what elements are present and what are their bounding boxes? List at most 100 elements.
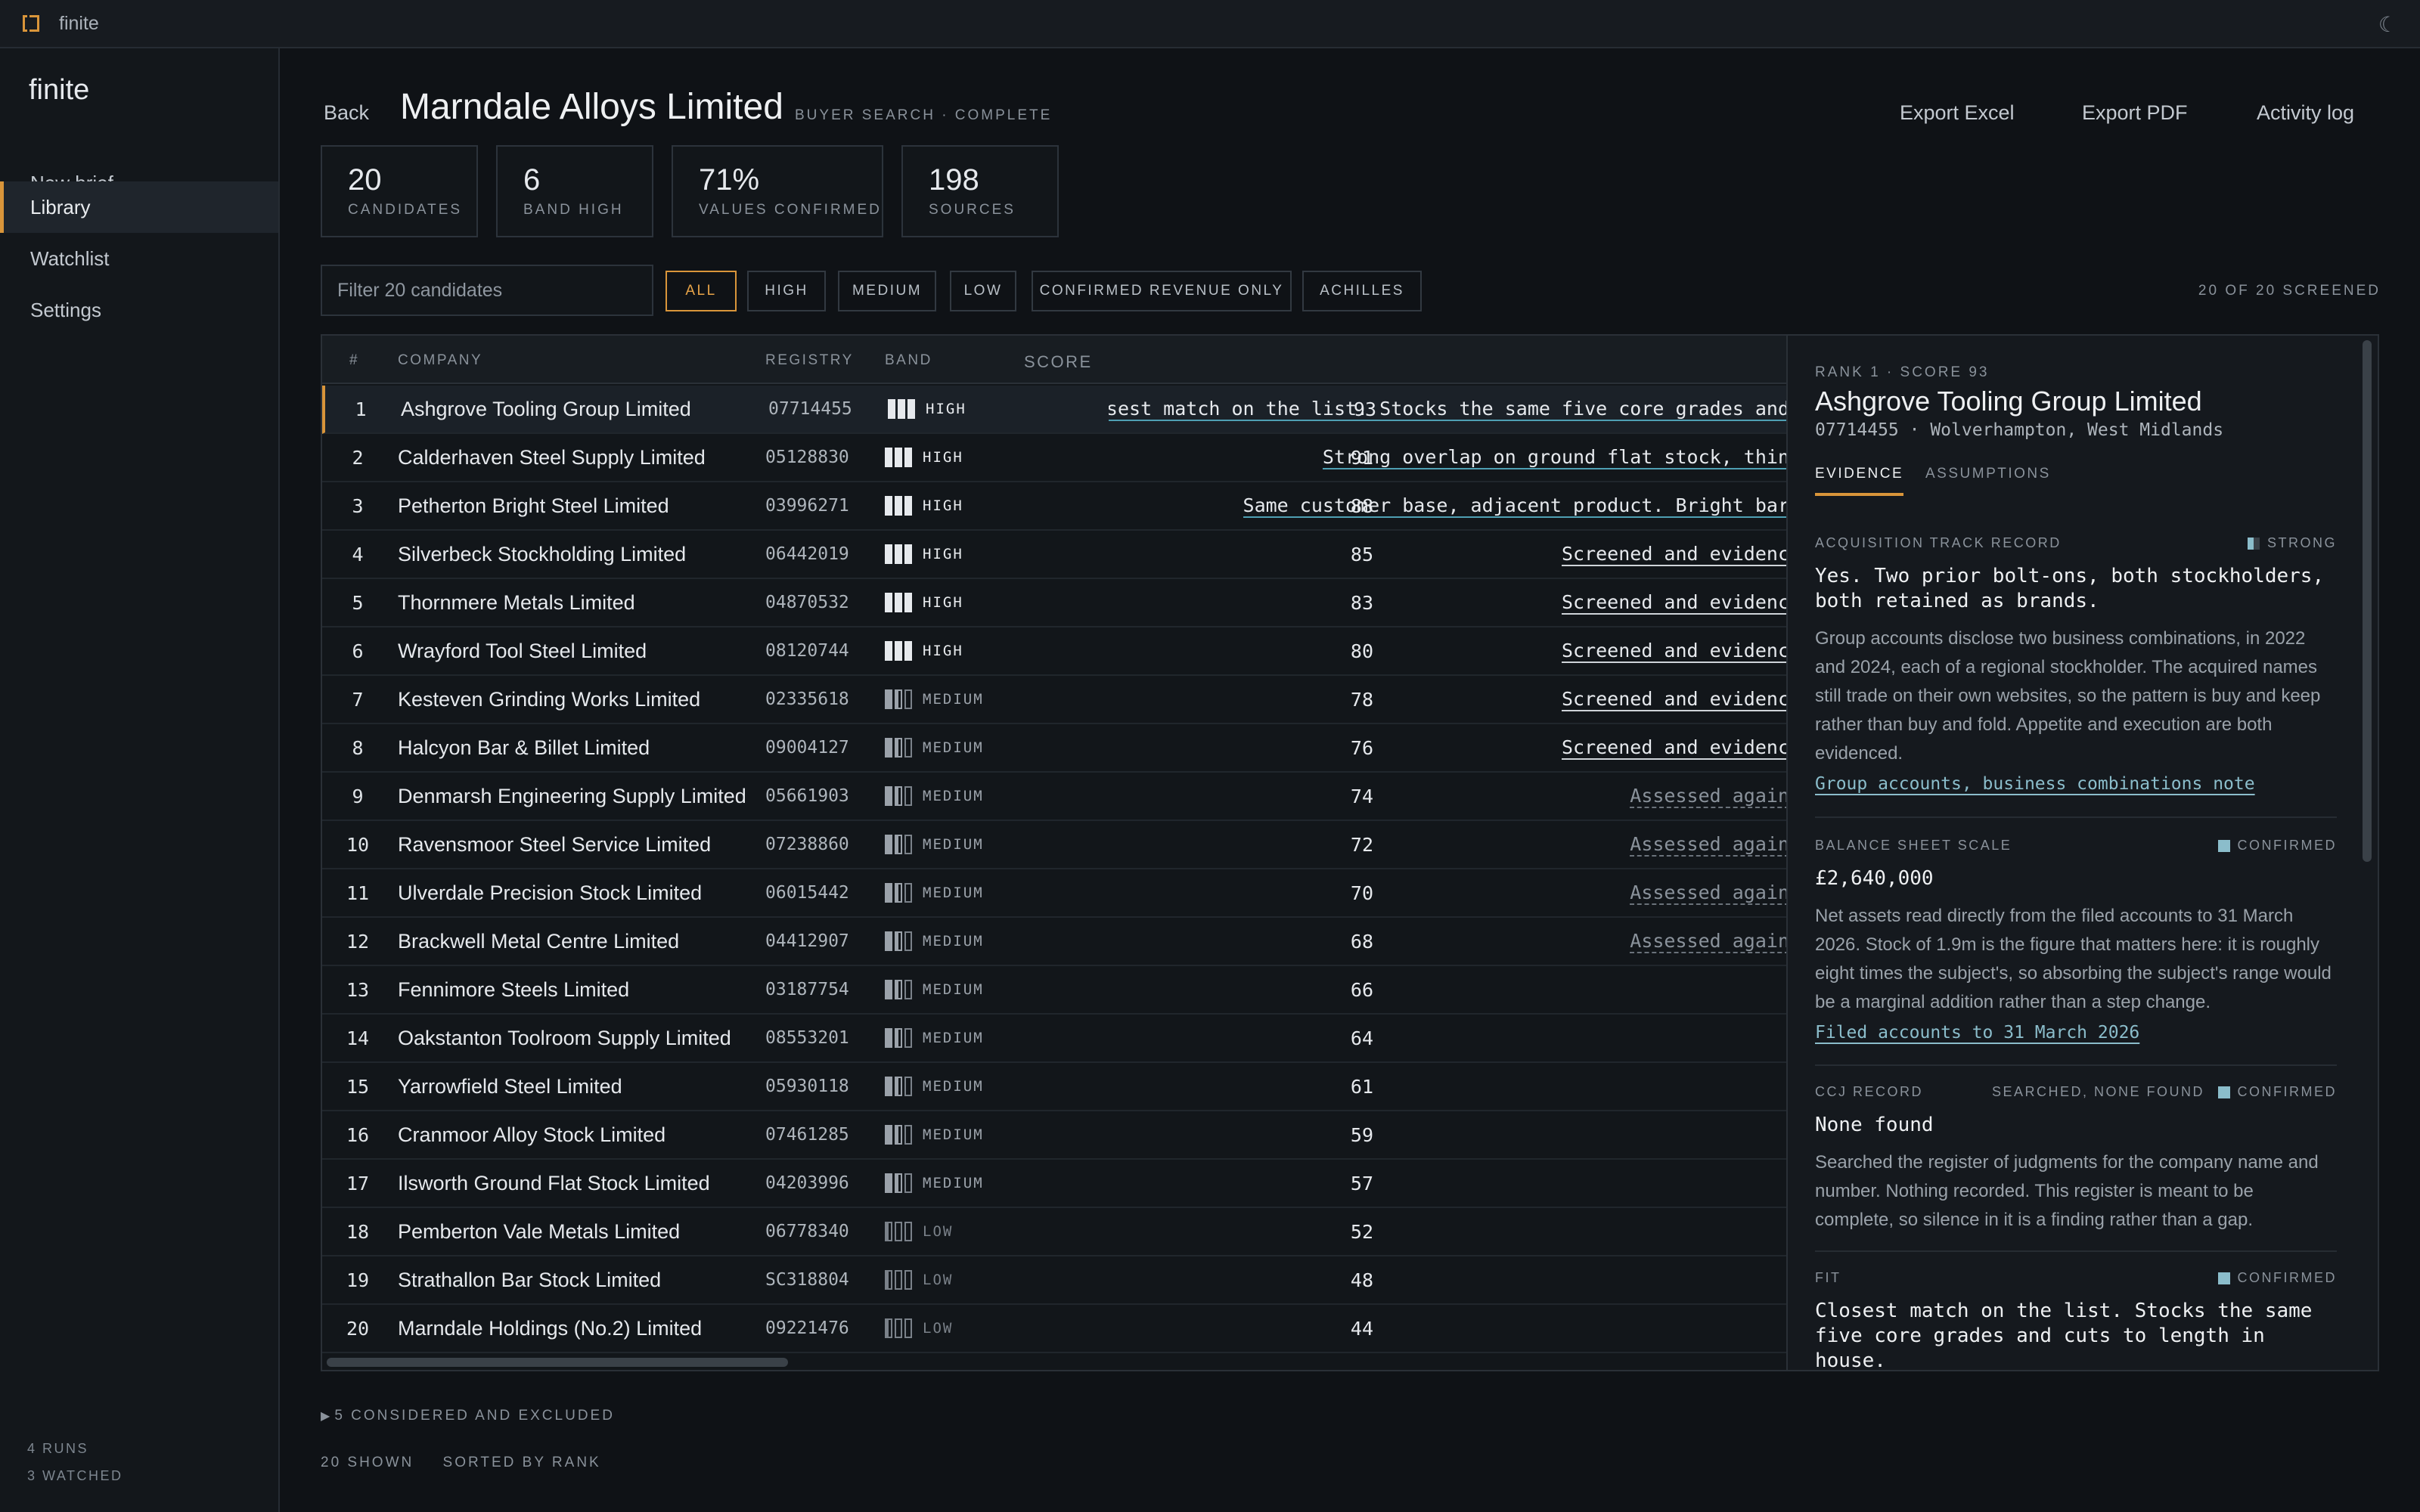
row-score: 44 [1350,1317,1373,1340]
row-company[interactable]: Oakstanton Toolroom Supply Limited [398,1015,731,1061]
band-bar [885,1222,892,1241]
section-body: Group accounts disclose two business com… [1815,628,2321,764]
row-company[interactable]: Ulverdale Precision Stock Limited [398,869,702,916]
chip-medium[interactable]: MEDIUM [838,271,936,311]
row-note[interactable]: Assessed again [1630,773,1786,820]
table-row[interactable]: 10 Ravensmoor Steel Service Limited 072388… [322,821,1786,869]
table-row[interactable]: 19 Strathallon Bar Stock Limited SC318804 L… [322,1256,1786,1305]
row-company[interactable]: Yarrowfield Steel Limited [398,1063,622,1110]
chip-all[interactable]: ALL [666,271,737,311]
band-bar [904,448,912,467]
col-company[interactable]: COMPANY [398,352,482,369]
row-company[interactable]: Marndale Holdings (No.2) Limited [398,1305,702,1352]
horizontal-scrollbar[interactable] [327,1358,788,1367]
row-note[interactable]: Assessed again [1630,869,1786,916]
row-registry: 09221476 [765,1318,849,1338]
stat-label: VALUES CONFIRMED [699,202,882,218]
row-note[interactable]: Screened and evidenc [1561,627,1786,674]
section-answer: Yes. Two prior bolt-ons, both stockholde… [1815,565,2325,612]
row-company[interactable]: Kesteven Grinding Works Limited [398,676,700,723]
row-company[interactable]: Ashgrove Tooling Group Limited [401,386,691,432]
row-note[interactable]: Screened and evidenc [1561,676,1786,723]
row-company[interactable]: Thornmere Metals Limited [398,579,635,626]
row-company[interactable]: Strathallon Bar Stock Limited [398,1256,661,1303]
chip-high[interactable]: HIGH [747,271,826,311]
table-row[interactable]: 12 Brackwell Metal Centre Limited 04412907… [322,918,1786,966]
row-note[interactable]: Same customer base, adjacent product. Br… [1243,482,1786,529]
row-note[interactable]: Closest match on the list. Stocks the sa… [1109,386,1786,432]
table-row[interactable]: 1 Ashgrove Tooling Group Limited 07714455 H… [322,386,1786,434]
row-note[interactable]: Screened and evidenc [1561,531,1788,578]
table-row[interactable]: 20 Marndale Holdings (No.2) Limited 092214… [322,1305,1786,1353]
chip-achilles[interactable]: ACHILLES [1302,271,1422,311]
table-row[interactable]: 15 Yarrowfield Steel Limited 05930118 MEDIU… [322,1063,1786,1111]
watched-count: 3 WATCHED [27,1468,123,1483]
sidebar-item-watchlist[interactable]: Watchlist [0,233,278,284]
tab-evidence[interactable]: EVIDENCE [1815,466,1904,496]
section-acquisition-track-record: ACQUISITION TRACK RECORD STRONG Yes. Two… [1815,535,2337,794]
band-bar [904,980,912,999]
table-row[interactable]: 8 Halcyon Bar & Billet Limited 09004127 MED… [322,724,1786,773]
table-row[interactable]: 13 Fennimore Steels Limited 03187754 MEDIUM… [322,966,1786,1015]
table-row[interactable]: 3 Petherton Bright Steel Limited 03996271 H… [322,482,1786,531]
row-note[interactable]: Assessed again [1630,821,1786,868]
moon-icon[interactable]: ☾ [2378,12,2397,37]
table-row[interactable]: 11 Ulverdale Precision Stock Limited 06015… [322,869,1786,918]
activity-log-button[interactable]: Activity log [2257,101,2354,125]
sidebar: finite New brief Library Watchlist Setti… [0,48,280,1512]
filter-input[interactable]: Filter 20 candidates [321,265,653,316]
row-note[interactable]: Assessed again [1630,918,1786,965]
col-band[interactable]: BAND [885,352,932,369]
source-link[interactable]: Filed accounts to 31 March 2026 [1815,1023,2337,1043]
row-company[interactable]: Fennimore Steels Limited [398,966,629,1013]
row-note[interactable]: Screened and evidenc [1561,724,1786,771]
row-company[interactable]: Brackwell Metal Centre Limited [398,918,679,965]
table-row[interactable]: 18 Pemberton Vale Metals Limited 06778340 L… [322,1208,1786,1256]
sidebar-item-settings[interactable]: Settings [0,284,278,336]
row-registry: 06015442 [765,883,849,903]
row-band: MEDIUM [885,1063,984,1110]
export-excel-button[interactable]: Export Excel [1900,101,2015,125]
row-note[interactable]: Strong overlap on ground flat stock, thi… [1322,434,1786,481]
tab-assumptions[interactable]: ASSUMPTIONS [1925,466,2051,493]
table-row[interactable]: 9 Denmarsh Engineering Supply Limited 0566… [322,773,1786,821]
band-bar [885,738,892,758]
row-company[interactable]: Petherton Bright Steel Limited [398,482,669,529]
chip-low[interactable]: LOW [950,271,1016,311]
table-row[interactable]: 14 Oakstanton Toolroom Supply Limited 0855… [322,1015,1786,1063]
chip-confirmed-revenue-only[interactable]: CONFIRMED REVENUE ONLY [1032,271,1292,311]
table-row[interactable]: 17 Ilsworth Ground Flat Stock Limited 0420… [322,1160,1786,1208]
vertical-scrollbar[interactable] [2363,340,2372,862]
band-bar [904,544,912,564]
table-row[interactable]: 5 Thornmere Metals Limited 04870532 HIGH 83 S… [322,579,1786,627]
source-link[interactable]: Group accounts, business combinations no… [1815,774,2337,794]
back-button[interactable]: Back [324,101,369,125]
table-row[interactable]: 16 Cranmoor Alloy Stock Limited 07461285 ME… [322,1111,1786,1160]
row-company[interactable]: Denmarsh Engineering Supply Limited [398,773,746,820]
row-company[interactable]: Calderhaven Steel Supply Limited [398,434,706,481]
row-note-text: Screened and evidenc [1561,542,1788,566]
row-score: 85 [1350,543,1373,565]
row-company[interactable]: Ravensmoor Steel Service Limited [398,821,711,868]
row-company[interactable]: Cranmoor Alloy Stock Limited [398,1111,666,1158]
row-band: HIGH [885,482,963,529]
row-band: HIGH [885,531,963,578]
col-score[interactable]: SCORE [1024,352,1093,372]
table-row[interactable]: 4 Silverbeck Stockholding Limited 06442019… [322,531,1788,579]
band-bar [904,689,912,709]
row-company[interactable]: Wrayford Tool Steel Limited [398,627,647,674]
sidebar-item-library[interactable]: Library [0,181,278,233]
row-company[interactable]: Halcyon Bar & Billet Limited [398,724,650,771]
export-pdf-button[interactable]: Export PDF [2082,101,2188,125]
row-company[interactable]: Pemberton Vale Metals Limited [398,1208,680,1255]
row-note[interactable]: Screened and evidenc [1561,579,1786,626]
excluded-toggle[interactable]: ▶ 5 CONSIDERED AND EXCLUDED [321,1408,615,1424]
col-registry[interactable]: REGISTRY [765,352,854,369]
band-bar [888,399,895,419]
row-company[interactable]: Ilsworth Ground Flat Stock Limited [398,1160,710,1207]
table-row[interactable]: 7 Kesteven Grinding Works Limited 02335618… [322,676,1786,724]
row-company[interactable]: Silverbeck Stockholding Limited [398,531,686,578]
col-rank[interactable]: # [349,352,359,369]
table-row[interactable]: 2 Calderhaven Steel Supply Limited 0512883… [322,434,1786,482]
table-row[interactable]: 6 Wrayford Tool Steel Limited 08120744 HIGH… [322,627,1786,676]
